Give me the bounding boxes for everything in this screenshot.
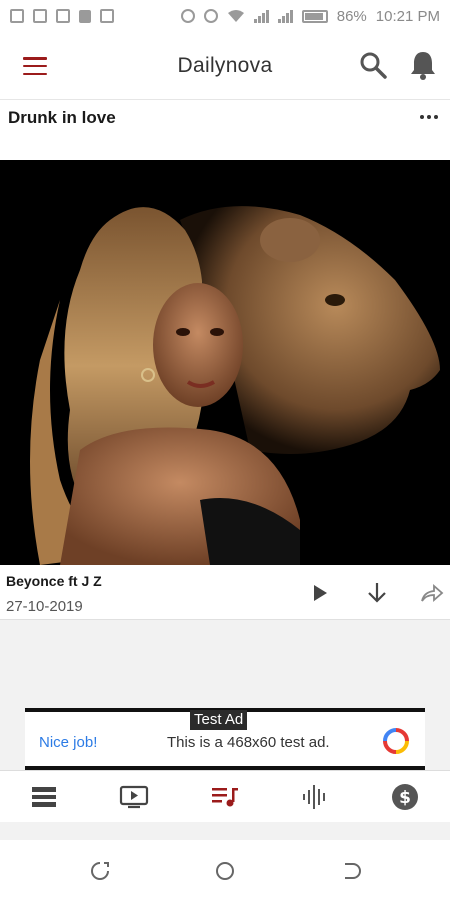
artist-name: Beyonce ft J Z <box>6 573 102 589</box>
notifications-bell-icon[interactable] <box>406 48 440 82</box>
signal-icon <box>253 9 269 23</box>
more-dot <box>427 115 431 119</box>
post-title: Drunk in love <box>8 108 116 127</box>
battery-percent: 86% <box>336 7 367 25</box>
cover-artwork <box>0 160 450 565</box>
battery-icon <box>301 9 328 23</box>
post-cover-image[interactable] <box>0 160 450 565</box>
status-bar: 86% 10:21 PM <box>0 0 450 32</box>
audio-wave-icon <box>303 785 325 809</box>
status-system-icons: 86% 10:21 PM <box>180 7 440 25</box>
notification-icon <box>33 9 47 23</box>
clock: 10:21 PM <box>375 7 440 25</box>
more-dot <box>420 115 424 119</box>
post-meta: Beyonce ft J Z 27-10-2019 <box>0 565 450 620</box>
dnd-icon <box>180 9 195 23</box>
ad-body: This is a 468x60 test ad. <box>167 734 330 751</box>
post-card: Drunk in love Beyonce ft J Z 27-10-2019 <box>0 100 450 620</box>
dollar-icon: $ <box>392 784 418 810</box>
ad-choices-logo-icon <box>383 728 409 754</box>
alarm-icon <box>203 9 218 23</box>
app-notification-icon <box>56 9 70 23</box>
nav-list-button[interactable] <box>26 781 62 813</box>
home-icon[interactable] <box>214 860 236 882</box>
nav-video-button[interactable] <box>116 781 152 813</box>
post-date: 27-10-2019 <box>6 598 83 615</box>
playlist-icon <box>212 788 238 807</box>
svg-text:$: $ <box>399 788 411 808</box>
status-notification-icons <box>10 9 114 23</box>
ad-banner[interactable]: Test Ad Nice job! This is a 468x60 test … <box>25 708 425 770</box>
signal-2-icon <box>277 9 293 23</box>
lock-icon <box>79 9 91 23</box>
wifi-icon <box>227 10 244 22</box>
video-icon <box>119 785 149 809</box>
nav-audio-button[interactable] <box>297 781 333 813</box>
download-icon[interactable] <box>366 581 388 605</box>
nav-donate-button[interactable]: $ <box>387 781 423 813</box>
share-icon[interactable] <box>420 583 444 603</box>
list-icon <box>32 787 56 807</box>
system-navigation-bar <box>0 840 450 900</box>
bottom-navigation: $ <box>0 770 450 822</box>
image-icon <box>100 9 114 23</box>
back-icon[interactable] <box>339 860 361 882</box>
search-icon[interactable] <box>358 50 388 80</box>
app-bar: Dailynova <box>0 32 450 100</box>
more-options-button[interactable] <box>420 115 438 119</box>
screenshot-icon <box>10 9 24 23</box>
nav-playlist-button[interactable] <box>207 781 243 813</box>
ad-headline: Nice job! <box>39 734 98 751</box>
more-dot <box>434 115 438 119</box>
ad-label: Test Ad <box>190 710 248 730</box>
play-icon[interactable] <box>310 583 330 603</box>
recent-apps-icon[interactable] <box>89 860 111 882</box>
